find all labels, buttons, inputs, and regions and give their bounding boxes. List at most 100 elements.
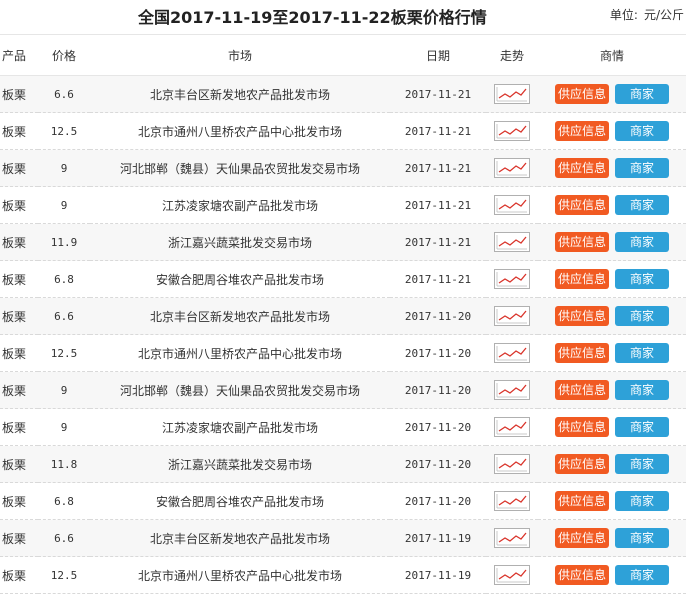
product-cell: 板栗 (0, 223, 38, 261)
market-cell: 河北邯郸（魏县）天仙果品农贸批发交易市场 (90, 371, 390, 409)
trend-cell (486, 75, 538, 113)
trend-chart-icon[interactable] (494, 491, 530, 511)
table-row: 板栗 12.5 北京市通州八里桥农产品中心批发市场 2017-11-20 供应信息 商家 (0, 334, 686, 372)
product-cell: 板栗 (0, 334, 38, 372)
trend-cell (486, 260, 538, 298)
date-cell: 2017-11-21 (390, 260, 486, 298)
merchant-button[interactable]: 商家 (615, 380, 669, 400)
price-cell: 9 (38, 149, 90, 187)
business-cell: 供应信息 商家 (538, 556, 686, 594)
supply-info-button[interactable]: 供应信息 (555, 232, 609, 252)
merchant-button[interactable]: 商家 (615, 528, 669, 548)
market-cell: 安徽合肥周谷堆农产品批发市场 (90, 260, 390, 298)
supply-info-button[interactable]: 供应信息 (555, 269, 609, 289)
trend-chart-icon[interactable] (494, 269, 530, 289)
supply-info-button[interactable]: 供应信息 (555, 158, 609, 178)
table-row: 板栗 6.6 北京丰台区新发地农产品批发市场 2017-11-21 供应信息 商家 (0, 75, 686, 113)
price-cell: 12.5 (38, 334, 90, 372)
trend-chart-icon[interactable] (494, 195, 530, 215)
date-cell: 2017-11-20 (390, 297, 486, 335)
trend-cell (486, 149, 538, 187)
table-row: 板栗 6.8 安徽合肥周谷堆农产品批发市场 2017-11-20 供应信息 商家 (0, 482, 686, 520)
merchant-button[interactable]: 商家 (615, 454, 669, 474)
supply-info-button[interactable]: 供应信息 (555, 454, 609, 474)
merchant-button[interactable]: 商家 (615, 232, 669, 252)
supply-info-button[interactable]: 供应信息 (555, 380, 609, 400)
trend-chart-icon[interactable] (494, 565, 530, 585)
trend-chart-icon[interactable] (494, 306, 530, 326)
trend-cell (486, 519, 538, 557)
trend-cell (486, 223, 538, 261)
unit-value: 元/公斤 (643, 8, 684, 22)
price-cell: 11.9 (38, 223, 90, 261)
supply-info-button[interactable]: 供应信息 (555, 84, 609, 104)
table-row: 板栗 6.8 安徽合肥周谷堆农产品批发市场 2017-11-21 供应信息 商家 (0, 260, 686, 298)
product-cell: 板栗 (0, 519, 38, 557)
market-cell: 北京丰台区新发地农产品批发市场 (90, 75, 390, 113)
trend-cell (486, 445, 538, 483)
table-row: 板栗 9 河北邯郸（魏县）天仙果品农贸批发交易市场 2017-11-21 供应信息 商家 (0, 149, 686, 187)
supply-info-button[interactable]: 供应信息 (555, 565, 609, 585)
price-cell: 6.6 (38, 75, 90, 113)
table-row: 板栗 9 河北邯郸（魏县）天仙果品农贸批发交易市场 2017-11-20 供应信息 商家 (0, 371, 686, 409)
merchant-button[interactable]: 商家 (615, 121, 669, 141)
title-bar: 全国2017-11-19至2017-11-22板栗价格行情 单位: 元/公斤 (0, 0, 686, 34)
price-cell: 6.8 (38, 482, 90, 520)
date-cell: 2017-11-21 (390, 149, 486, 187)
merchant-button[interactable]: 商家 (615, 269, 669, 289)
trend-chart-icon[interactable] (494, 454, 530, 474)
trend-chart-icon[interactable] (494, 417, 530, 437)
market-cell: 河北邯郸（魏县）天仙果品农贸批发交易市场 (90, 149, 390, 187)
date-cell: 2017-11-20 (390, 482, 486, 520)
date-cell: 2017-11-21 (390, 112, 486, 150)
table-header-row: 产品 价格 市场 日期 走势 商情 (0, 34, 686, 76)
business-cell: 供应信息 商家 (538, 149, 686, 187)
merchant-button[interactable]: 商家 (615, 565, 669, 585)
supply-info-button[interactable]: 供应信息 (555, 306, 609, 326)
merchant-button[interactable]: 商家 (615, 343, 669, 363)
product-cell: 板栗 (0, 556, 38, 594)
trend-chart-icon[interactable] (494, 528, 530, 548)
market-cell: 北京丰台区新发地农产品批发市场 (90, 297, 390, 335)
price-cell: 9 (38, 371, 90, 409)
trend-chart-icon[interactable] (494, 121, 530, 141)
business-cell: 供应信息 商家 (538, 260, 686, 298)
date-cell: 2017-11-19 (390, 519, 486, 557)
supply-info-button[interactable]: 供应信息 (555, 121, 609, 141)
merchant-button[interactable]: 商家 (615, 84, 669, 104)
date-cell: 2017-11-21 (390, 75, 486, 113)
supply-info-button[interactable]: 供应信息 (555, 343, 609, 363)
trend-chart-icon[interactable] (494, 343, 530, 363)
supply-info-button[interactable]: 供应信息 (555, 491, 609, 511)
date-cell: 2017-11-19 (390, 556, 486, 594)
unit-label: 单位: 元/公斤 (604, 6, 684, 23)
market-cell: 安徽合肥周谷堆农产品批发市场 (90, 482, 390, 520)
merchant-button[interactable]: 商家 (615, 195, 669, 215)
date-cell: 2017-11-20 (390, 445, 486, 483)
merchant-button[interactable]: 商家 (615, 306, 669, 326)
price-cell: 11.8 (38, 445, 90, 483)
trend-cell (486, 556, 538, 594)
product-cell: 板栗 (0, 482, 38, 520)
trend-chart-icon[interactable] (494, 158, 530, 178)
trend-cell (486, 482, 538, 520)
supply-info-button[interactable]: 供应信息 (555, 195, 609, 215)
supply-info-button[interactable]: 供应信息 (555, 417, 609, 437)
price-cell: 6.6 (38, 519, 90, 557)
table-row: 板栗 6.6 北京丰台区新发地农产品批发市场 2017-11-19 供应信息 商家 (0, 519, 686, 557)
trend-chart-icon[interactable] (494, 84, 530, 104)
trend-chart-icon[interactable] (494, 380, 530, 400)
column-header-price: 价格 (38, 34, 90, 76)
table-row: 板栗 11.9 浙江嘉兴蔬菜批发交易市场 2017-11-21 供应信息 商家 (0, 223, 686, 261)
trend-cell (486, 408, 538, 446)
product-cell: 板栗 (0, 112, 38, 150)
business-cell: 供应信息 商家 (538, 334, 686, 372)
date-cell: 2017-11-21 (390, 186, 486, 224)
supply-info-button[interactable]: 供应信息 (555, 528, 609, 548)
trend-chart-icon[interactable] (494, 232, 530, 252)
merchant-button[interactable]: 商家 (615, 417, 669, 437)
price-table: 产品 价格 市场 日期 走势 商情 板栗 6.6 北京丰台区新发地农产品批发市场 20… (0, 34, 686, 594)
market-cell: 江苏凌家塘农副产品批发市场 (90, 186, 390, 224)
merchant-button[interactable]: 商家 (615, 158, 669, 178)
merchant-button[interactable]: 商家 (615, 491, 669, 511)
